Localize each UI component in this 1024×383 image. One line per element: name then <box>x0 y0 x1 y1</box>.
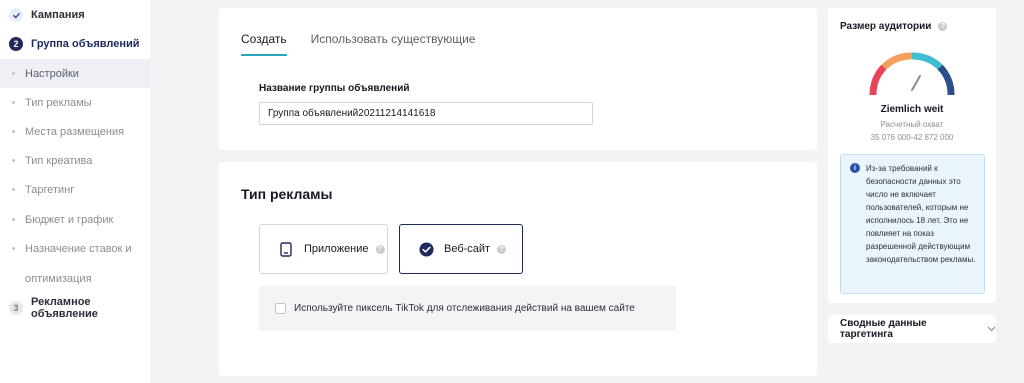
ad-group-name-label: Название группы объявлений <box>259 83 410 94</box>
bullet-icon <box>12 188 15 191</box>
bullet-icon <box>12 130 15 133</box>
ad-group-name-input[interactable] <box>259 102 593 125</box>
sidebar-nav: Кампания 2 Группа объявлений Настройки Т… <box>0 0 150 383</box>
targeting-summary-label: Сводные данные таргетинга <box>840 318 927 340</box>
sidebar-step-ad[interactable]: 3 Рекламное объявление <box>0 293 150 323</box>
option-website[interactable]: Веб-сайт ? <box>399 224 523 274</box>
option-app[interactable]: Приложение ? <box>259 224 388 274</box>
audience-title-row: Размер аудитории ? <box>840 21 948 32</box>
sidebar-item-settings[interactable]: Настройки <box>0 59 150 88</box>
pixel-checkbox-label: Используйте пиксель TikTok для отслежива… <box>294 303 635 314</box>
ad-type-title: Тип рекламы <box>241 186 333 202</box>
sidebar-step-label: Рекламное объявление <box>31 296 98 320</box>
sidebar-item-label: Таргетинг <box>25 183 75 196</box>
ad-type-card: Тип рекламы Приложение ? Веб-сайт ? Испо… <box>219 162 817 376</box>
targeting-summary-toggle[interactable]: Сводные данные таргетинга <box>828 315 996 343</box>
step-number-badge: 2 <box>9 37 23 51</box>
question-icon[interactable]: ? <box>497 244 507 254</box>
ad-group-card: Создать Использовать существующие Назван… <box>219 8 817 150</box>
pixel-checkbox[interactable] <box>275 303 286 314</box>
sidebar-item-label: Тип креатива <box>25 154 93 167</box>
sidebar-step-label: Кампания <box>31 9 85 21</box>
question-icon[interactable]: ? <box>938 22 948 31</box>
info-icon: i <box>850 163 860 173</box>
step-number-badge: 3 <box>9 301 23 315</box>
sidebar-step-campaign[interactable]: Кампания <box>0 0 150 30</box>
sidebar-item-bidding[interactable]: Назначение ставок и <box>0 234 150 263</box>
option-label: Веб-сайт <box>444 243 491 255</box>
option-label: Приложение <box>304 243 369 255</box>
sidebar-item-budget[interactable]: Бюджет и график <box>0 205 150 234</box>
sidebar-item-label: Настройки <box>25 67 79 80</box>
phone-icon <box>278 241 294 257</box>
sidebar-item-creative-type[interactable]: Тип креатива <box>0 146 150 175</box>
audience-title: Размер аудитории <box>840 21 932 32</box>
check-icon <box>9 8 23 22</box>
age-notice: i Из-за требований к безопасности данных… <box>840 154 985 294</box>
audience-size-panel: Размер аудитории ? Ziemlich weit Расчетн… <box>828 8 996 303</box>
audience-status: Ziemlich weit <box>880 104 944 115</box>
pixel-tracking-row[interactable]: Используйте пиксель TikTok для отслежива… <box>259 286 676 331</box>
check-circle-icon <box>418 241 434 257</box>
tab-create[interactable]: Создать <box>241 32 287 56</box>
sidebar-step-ad-group[interactable]: 2 Группа объявлений <box>0 29 150 59</box>
tab-use-existing[interactable]: Использовать существующие <box>311 32 476 56</box>
ad-group-tabs: Создать Использовать существующие <box>241 32 499 56</box>
sidebar-item-ad-type[interactable]: Тип рекламы <box>0 88 150 117</box>
bullet-icon <box>12 159 15 162</box>
sidebar-item-label: Бюджет и график <box>25 213 114 226</box>
estimate-label: Расчетный охват <box>880 120 944 129</box>
sidebar-item-placements[interactable]: Места размещения <box>0 117 150 146</box>
sidebar-item-optimization[interactable]: оптимизация <box>0 264 150 293</box>
sidebar-item-label: Места размещения <box>25 125 125 138</box>
bullet-icon <box>12 247 15 250</box>
bullet-icon <box>12 218 15 221</box>
bullet-icon <box>12 101 15 104</box>
audience-gauge <box>869 52 955 96</box>
sidebar-item-label: оптимизация <box>25 272 92 285</box>
age-notice-text: Из-за требований к безопасности данных э… <box>866 164 976 264</box>
sidebar-item-targeting[interactable]: Таргетинг <box>0 175 150 204</box>
estimate-range: 35 076 000-42 872 000 <box>870 133 954 142</box>
sidebar-step-label: Группа объявлений <box>31 38 140 50</box>
chevron-down-icon <box>987 324 996 335</box>
bullet-icon <box>12 72 15 75</box>
question-icon[interactable]: ? <box>375 244 385 254</box>
sidebar-item-label: Тип рекламы <box>25 96 92 109</box>
sidebar-item-label: Назначение ставок и <box>25 242 132 255</box>
